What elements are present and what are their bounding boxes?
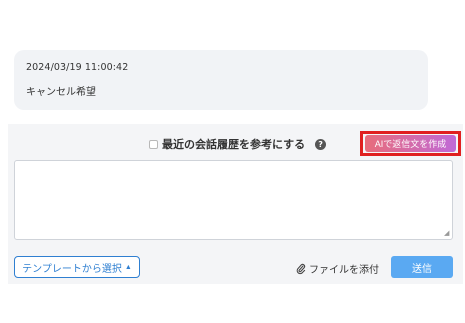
question-circle-icon[interactable]: ?: [315, 138, 327, 150]
caret-up-icon: ▲: [124, 263, 132, 271]
send-button[interactable]: 送信: [391, 256, 453, 278]
message-text: キャンセル希望: [26, 87, 96, 98]
reply-textarea[interactable]: [14, 160, 453, 240]
attach-file-link[interactable]: ファイルを添付: [296, 261, 379, 276]
paperclip-icon: [296, 263, 306, 274]
template-button-label: テンプレートから選択: [22, 263, 122, 275]
message-bubble: 2024/03/19 11:00:42 キャンセル希望: [14, 50, 428, 110]
message-timestamp: 2024/03/19 11:00:42: [26, 62, 129, 73]
resize-grip-icon[interactable]: ◢: [444, 230, 451, 237]
history-checkbox[interactable]: [149, 139, 158, 149]
template-select-button[interactable]: テンプレートから選択 ▲: [14, 256, 140, 278]
ai-generate-reply-button[interactable]: AIで返信文を作成: [365, 135, 456, 152]
history-checkbox-label[interactable]: 最近の会話履歴を参考にする: [162, 136, 305, 152]
attach-file-label: ファイルを添付: [309, 265, 379, 276]
reply-panel: 最近の会話履歴を参考にする ? AIで返信文を作成 ◢ テンプレートから選択 ▲…: [8, 124, 463, 284]
history-option: 最近の会話履歴を参考にする ?: [149, 136, 327, 152]
